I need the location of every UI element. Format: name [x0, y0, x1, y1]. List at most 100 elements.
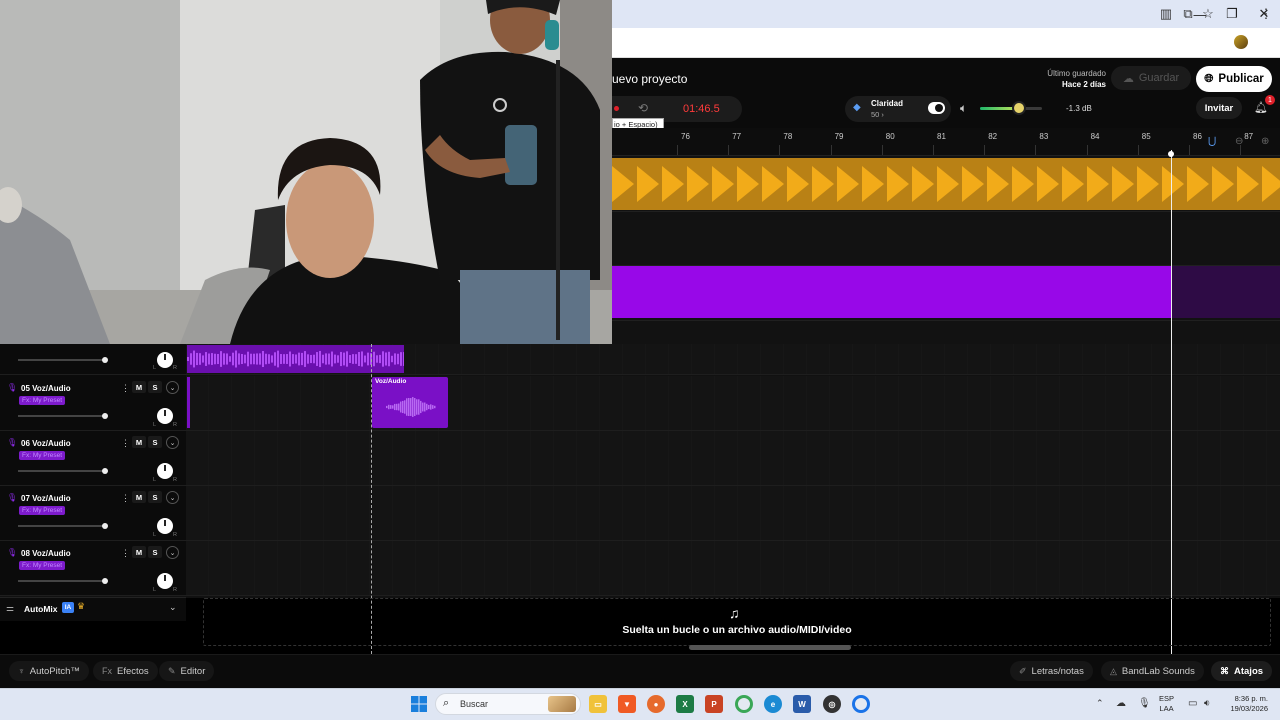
brave-icon[interactable]: ▼ — [618, 695, 636, 713]
mute-button[interactable]: M — [132, 381, 146, 393]
volume-slider-knob[interactable] — [102, 357, 108, 363]
timeline-ruler[interactable] — [612, 128, 1280, 156]
volume-slider[interactable] — [18, 359, 106, 361]
profile-avatar[interactable] — [1234, 35, 1248, 49]
firefox-icon[interactable]: ● — [647, 695, 665, 713]
track-name[interactable]: 08 Voz/Audio — [21, 549, 71, 558]
playhead-handle[interactable] — [1168, 151, 1174, 157]
install-app-icon[interactable]: ⧉ — [1180, 6, 1196, 22]
fx-preset-badge[interactable]: Fx: My Preset — [19, 451, 66, 460]
track-menu-icon[interactable]: ⋮ — [121, 383, 130, 394]
volume-slider[interactable] — [18, 580, 106, 582]
chevron-down-icon[interactable]: ⌄ — [166, 436, 179, 449]
volume-slider-knob[interactable] — [102, 523, 108, 529]
volume-slider[interactable] — [18, 415, 106, 417]
clarity-value[interactable]: 50 › — [871, 110, 884, 119]
tray-overflow-icon[interactable]: ⌃ — [1096, 698, 1104, 709]
track-menu-icon[interactable]: ⋮ — [121, 548, 130, 559]
edge-icon[interactable]: e — [764, 695, 782, 713]
solo-button[interactable]: S — [148, 491, 162, 503]
browser-menu-icon[interactable]: ⋮ — [1258, 6, 1274, 22]
monitor-icon[interactable]: ▭ — [1188, 698, 1197, 709]
microphone-icon[interactable]: 🎙︎ — [1138, 698, 1151, 709]
davinci-icon[interactable]: ◎ — [823, 695, 841, 713]
excel-icon[interactable]: X — [676, 695, 694, 713]
track-lane[interactable] — [186, 376, 1280, 431]
chevron-down-icon[interactable]: ⌄ — [169, 602, 177, 613]
master-volume-knob[interactable] — [1012, 101, 1026, 115]
track-row[interactable]: 🎙︎ 06 Voz/Audio Fx: My Preset ⋮ M S ⌄ L R — [0, 431, 186, 486]
track-name[interactable]: 05 Voz/Audio — [21, 384, 71, 393]
track-name[interactable]: 07 Voz/Audio — [21, 494, 71, 503]
chevron-down-icon[interactable]: ⌄ — [166, 491, 179, 504]
track-lane[interactable] — [186, 431, 1280, 486]
track-menu-icon[interactable]: ⋮ — [121, 493, 130, 504]
magnet-icon[interactable]: ⋃ — [1208, 136, 1216, 147]
waveform-bar — [424, 402, 426, 412]
save-status-time: Hace 2 días — [1061, 80, 1106, 89]
project-title[interactable]: uevo proyecto — [612, 72, 687, 86]
reading-list-icon[interactable]: ▥ — [1158, 6, 1174, 22]
volume-slider-knob[interactable] — [102, 578, 108, 584]
pan-lr-labels: LR — [153, 422, 177, 428]
fx-preset-badge[interactable]: Fx: My Preset — [19, 396, 66, 405]
volume-slider-knob[interactable] — [102, 468, 108, 474]
language-indicator[interactable]: ESP LAA — [1159, 694, 1174, 714]
invite-button[interactable]: Invitar — [1196, 97, 1242, 119]
zoom-out-icon[interactable]: ⊖ — [1235, 136, 1243, 147]
chrome-icon[interactable] — [735, 695, 753, 713]
track-row[interactable]: 🎙︎ 08 Voz/Audio Fx: My Preset ⋮ M S ⌄ L R — [0, 541, 186, 596]
chevron-down-icon[interactable]: ⌄ — [166, 546, 179, 559]
mute-button[interactable]: M — [132, 491, 146, 503]
waveform-bar — [322, 354, 324, 364]
address-field[interactable] — [612, 31, 1142, 55]
taskbar-clock[interactable]: 8:36 p. m. 19/03/2026 — [1224, 694, 1268, 714]
fx-preset-badge[interactable]: Fx: My Preset — [19, 561, 66, 570]
track-lane[interactable] — [186, 541, 1280, 596]
waveform-bar — [280, 354, 282, 364]
chevron-down-icon[interactable]: ⌄ — [166, 381, 179, 394]
track-row[interactable]: 🎙︎ 05 Voz/Audio Fx: My Preset ⋮ M S ⌄ L R — [0, 376, 186, 431]
record-button[interactable] — [614, 106, 619, 111]
volume-tray-icon[interactable]: 🔉︎ — [1204, 698, 1210, 709]
solo-button[interactable]: S — [148, 436, 162, 448]
shortcuts-button[interactable]: ⌘ Atajos — [1211, 661, 1273, 681]
word-icon[interactable]: W — [793, 695, 811, 713]
powerpoint-icon[interactable]: P — [705, 695, 723, 713]
bookmark-star-icon[interactable]: ☆ — [1200, 6, 1216, 22]
speaker-icon[interactable]: 🔈︎ — [960, 101, 967, 116]
solo-button[interactable]: S — [148, 381, 162, 393]
horizontal-scrollbar[interactable] — [689, 645, 851, 650]
volume-slider[interactable] — [18, 470, 106, 472]
track-lane[interactable] — [186, 486, 1280, 541]
chrome-profile-icon[interactable] — [852, 695, 870, 713]
audio-clip-yellow[interactable] — [612, 158, 1280, 210]
bandlab-sounds-button[interactable]: ◬ BandLab Sounds — [1101, 661, 1204, 681]
autopitch-icon: ♆ — [18, 666, 25, 676]
autopitch-button[interactable]: ♆ AutoPitch™ — [9, 661, 89, 681]
cloud-sync-icon[interactable]: ☁ — [1116, 698, 1126, 709]
mute-button[interactable]: M — [132, 436, 146, 448]
playhead[interactable] — [1171, 150, 1172, 654]
fx-preset-badge[interactable]: Fx: My Preset — [19, 506, 66, 515]
audio-clip-purple[interactable] — [612, 266, 1172, 318]
mute-button[interactable]: M — [132, 546, 146, 558]
track-row[interactable]: 🎙︎ 07 Voz/Audio Fx: My Preset ⋮ M S ⌄ L R — [0, 486, 186, 541]
windows-start-icon[interactable] — [411, 696, 427, 712]
lyrics-button[interactable]: ✐ Letras/notas — [1010, 661, 1093, 681]
volume-slider[interactable] — [18, 525, 106, 527]
editor-button[interactable]: ✎ Editor — [159, 661, 215, 681]
crown-icon: ♛ — [77, 601, 86, 611]
file-explorer-icon[interactable]: ▭ — [589, 695, 607, 713]
effects-button[interactable]: Fx Efectos — [93, 661, 158, 681]
solo-button[interactable]: S — [148, 546, 162, 558]
save-button[interactable]: ☁ Guardar — [1111, 66, 1191, 90]
zoom-in-icon[interactable]: ⊕ — [1261, 136, 1269, 147]
maximize-button[interactable]: ❐ — [1216, 0, 1248, 28]
publish-button[interactable]: 🌐︎ Publicar — [1196, 66, 1272, 92]
track-menu-icon[interactable]: ⋮ — [121, 438, 130, 449]
clarity-toggle[interactable] — [928, 102, 945, 114]
track-name[interactable]: 06 Voz/Audio — [21, 439, 71, 448]
loop-icon[interactable]: ⟲ — [638, 101, 648, 115]
volume-slider-knob[interactable] — [102, 413, 108, 419]
